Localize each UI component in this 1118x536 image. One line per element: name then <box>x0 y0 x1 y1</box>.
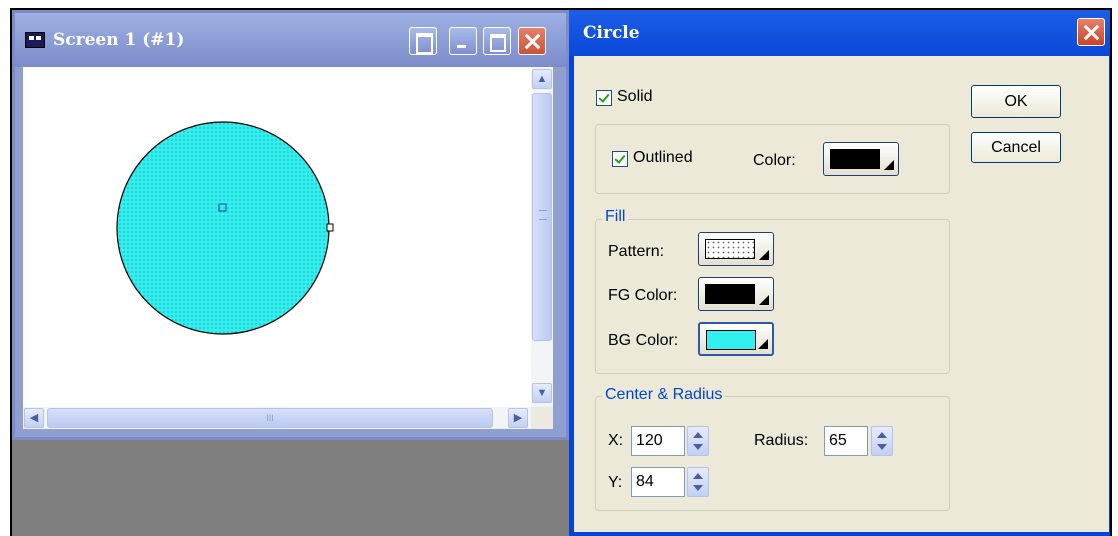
minimize-icon[interactable] <box>449 27 477 55</box>
y-spinner-icon[interactable] <box>687 467 709 497</box>
screen-app-icon <box>25 32 45 48</box>
radius-input[interactable]: 65 <box>824 426 868 456</box>
radius-spinner-icon[interactable] <box>871 426 893 456</box>
bg-color-label: BG Color: <box>608 332 679 349</box>
maximize-icon[interactable] <box>483 27 511 55</box>
size-grip-icon[interactable] <box>531 407 553 429</box>
y-label: Y: <box>608 474 623 491</box>
canvas-svg <box>116 121 334 335</box>
desktop-frame: Screen 1 (#1) ▲ ▼ ◀ III ▶ Circle Solid O… <box>10 8 1112 536</box>
bg-color-picker[interactable] <box>698 322 774 356</box>
outlined-label: Outlined <box>633 149 693 166</box>
circle-shape[interactable] <box>116 121 330 335</box>
fg-color-label: FG Color: <box>608 287 678 304</box>
screen-title-bar[interactable]: Screen 1 (#1) <box>15 13 566 67</box>
close-icon[interactable] <box>1077 18 1105 46</box>
x-input[interactable]: 120 <box>631 426 685 456</box>
pattern-swatch <box>705 239 755 259</box>
cancel-button[interactable]: Cancel <box>971 132 1061 163</box>
radius-handle[interactable] <box>326 223 334 232</box>
horizontal-scrollbar[interactable]: ◀ III ▶ <box>23 407 531 429</box>
y-input[interactable]: 84 <box>631 467 685 497</box>
horizontal-scroll-thumb[interactable]: III <box>47 408 493 428</box>
scroll-up-icon[interactable]: ▲ <box>532 69 552 89</box>
screen-title: Screen 1 (#1) <box>53 30 185 50</box>
bg-color-swatch <box>706 330 756 350</box>
circle-dialog: Circle Solid OK Cancel Outlined Color: F… <box>569 10 1110 536</box>
vertical-scrollbar[interactable]: ▲ ▼ <box>531 67 553 407</box>
outline-color-label: Color: <box>753 152 796 169</box>
scroll-down-icon[interactable]: ▼ <box>532 383 552 403</box>
dialog-title-bar[interactable]: Circle <box>569 10 1110 56</box>
fg-color-swatch <box>705 284 755 304</box>
close-icon[interactable] <box>518 27 546 55</box>
geometry-legend: Center & Radius <box>602 386 726 404</box>
vertical-scroll-thumb[interactable] <box>532 93 552 341</box>
pattern-label: Pattern: <box>608 243 665 260</box>
scroll-left-icon[interactable]: ◀ <box>24 408 44 428</box>
drawing-canvas[interactable] <box>23 67 531 407</box>
fill-legend: Fill <box>602 208 629 226</box>
dropdown-arrow-icon <box>884 160 894 170</box>
x-label: X: <box>608 432 624 449</box>
fg-color-picker[interactable] <box>698 277 774 311</box>
dialog-body: Solid OK Cancel Outlined Color: Fill Pat… <box>574 56 1109 532</box>
outline-color-swatch <box>830 149 880 169</box>
dropdown-arrow-icon <box>758 339 768 349</box>
screen-window: Screen 1 (#1) ▲ ▼ ◀ III ▶ <box>12 10 569 440</box>
solid-checkbox[interactable] <box>596 90 612 106</box>
solid-label: Solid <box>617 88 653 105</box>
pattern-picker[interactable] <box>698 232 774 266</box>
scroll-right-icon[interactable]: ▶ <box>508 408 528 428</box>
restore-icon[interactable] <box>409 27 437 55</box>
x-spinner-icon[interactable] <box>687 426 709 456</box>
outlined-checkbox[interactable] <box>612 151 628 167</box>
dropdown-arrow-icon <box>759 250 769 260</box>
outline-color-picker[interactable] <box>823 142 899 176</box>
dialog-title: Circle <box>583 23 640 43</box>
dropdown-arrow-icon <box>759 295 769 305</box>
radius-label: Radius: <box>754 432 809 449</box>
ok-button[interactable]: OK <box>971 85 1061 118</box>
